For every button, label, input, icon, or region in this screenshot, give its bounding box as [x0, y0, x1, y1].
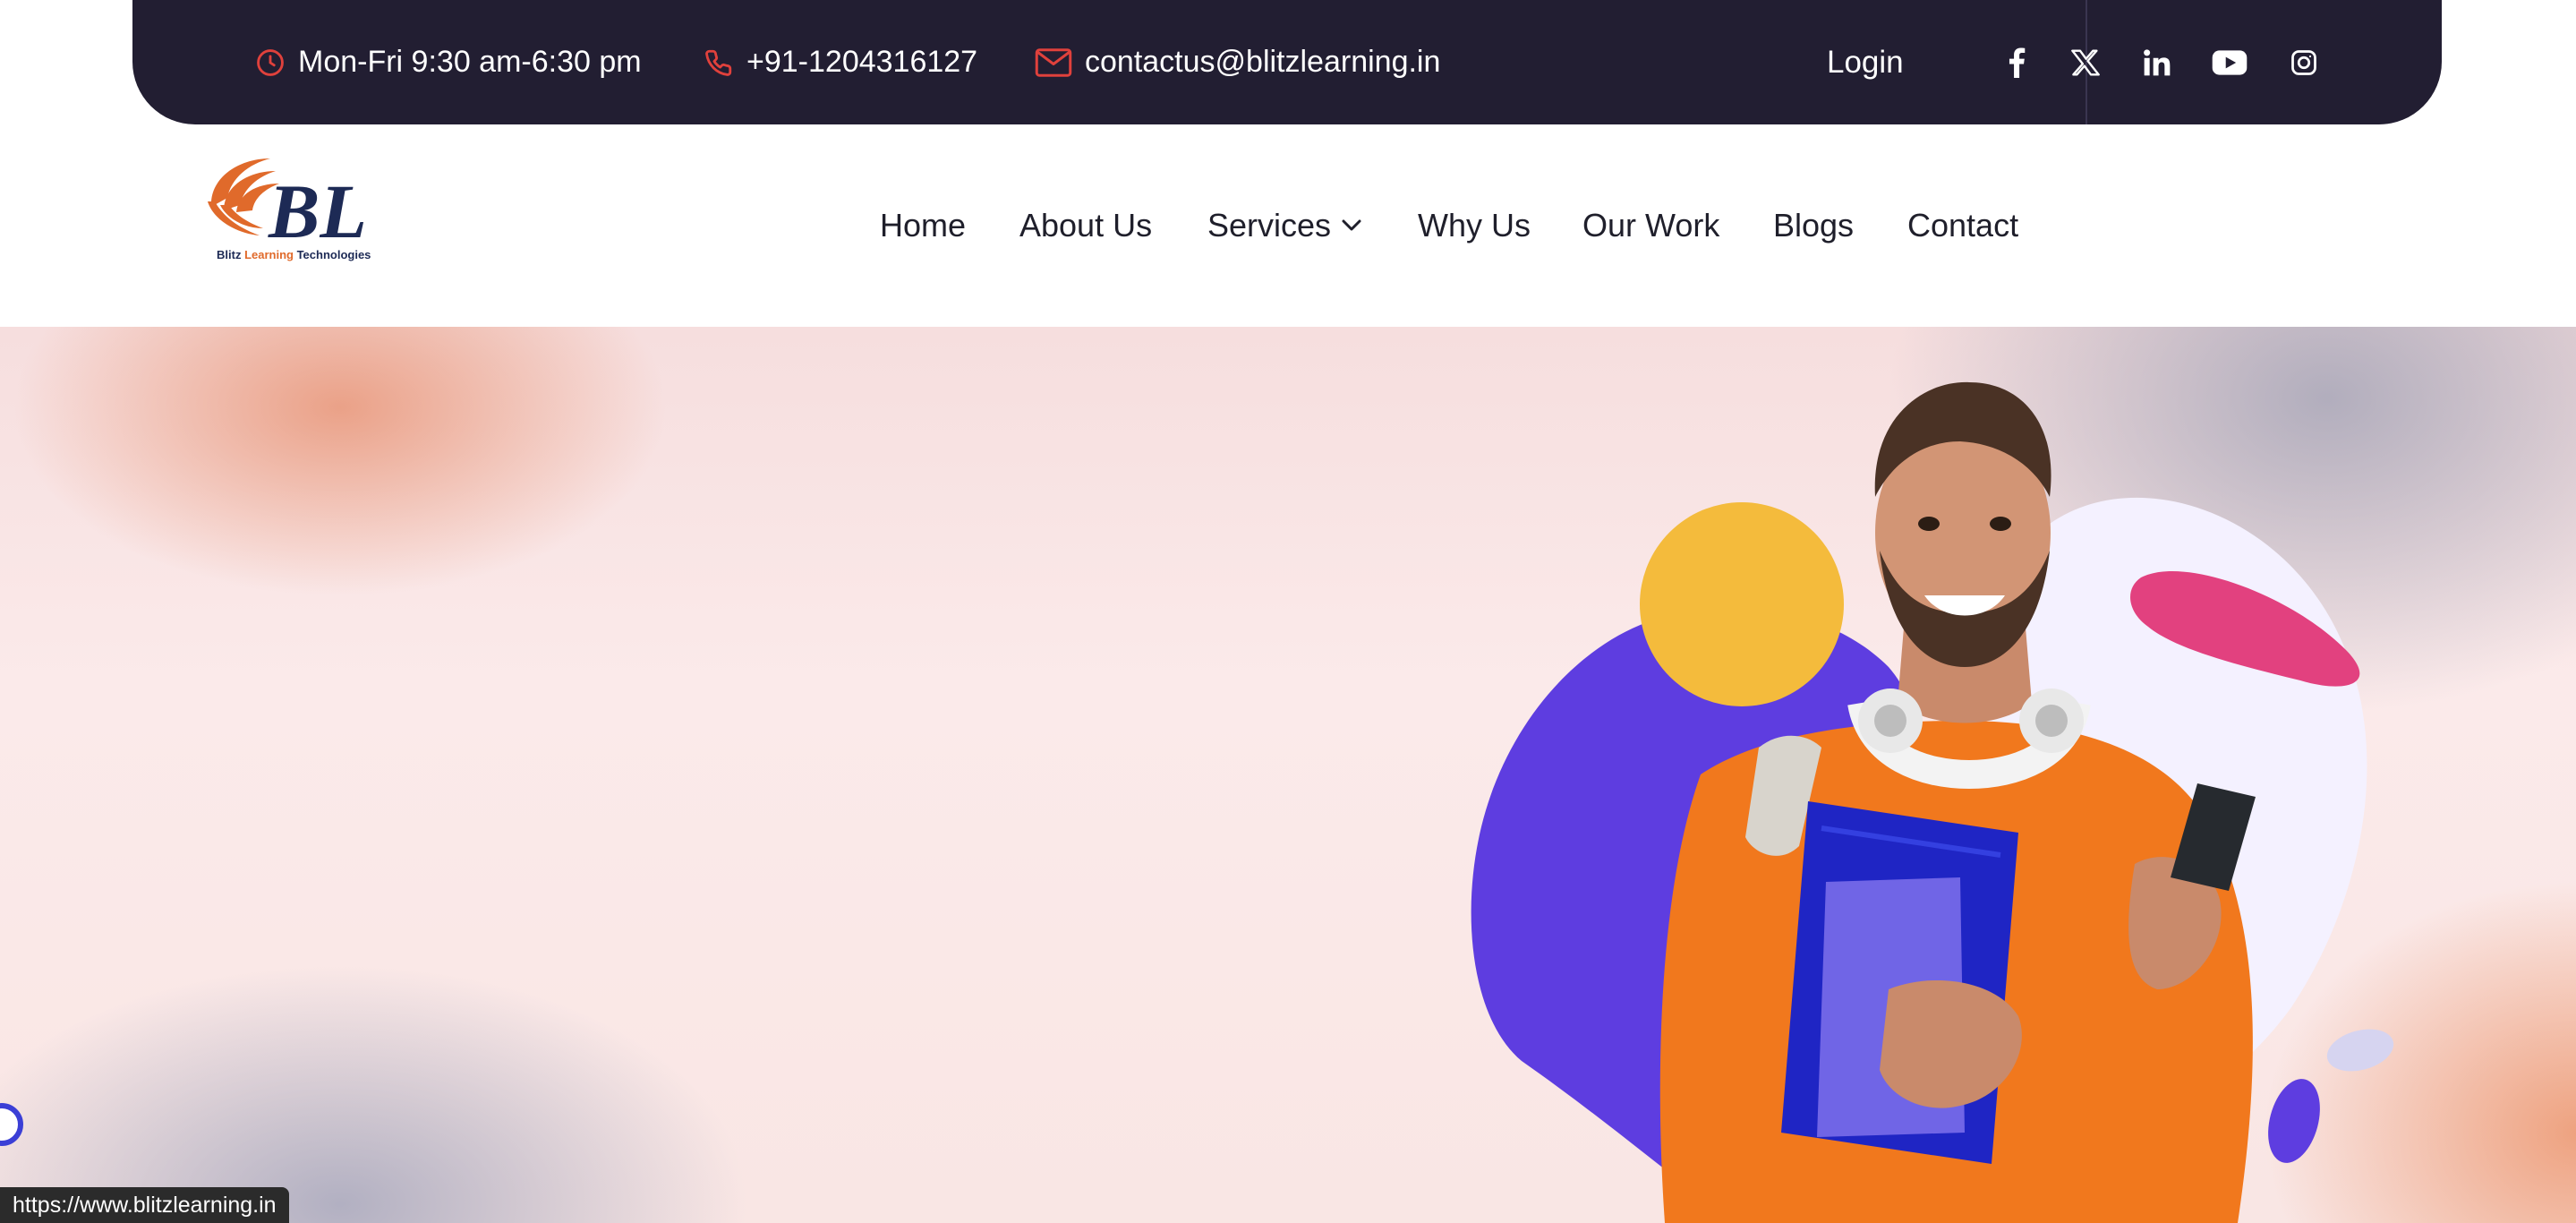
hours-text: Mon-Fri 9:30 am-6:30 pm	[298, 45, 642, 79]
company-logo[interactable]: BL Blitz Learning Technologies	[204, 151, 392, 277]
clock-icon	[257, 48, 284, 76]
x-link[interactable]	[2063, 0, 2108, 124]
hours-item: Mon-Fri 9:30 am-6:30 pm	[255, 0, 642, 124]
login-label[interactable]: Login	[1827, 45, 1904, 81]
yellow-circle	[1640, 502, 1844, 706]
youtube-link[interactable]	[2207, 0, 2252, 124]
logo-caption: Blitz Learning Technologies	[217, 248, 371, 261]
logo-mark: BL	[208, 158, 367, 254]
login-link[interactable]: Login	[1827, 0, 1904, 124]
nav-services-label[interactable]: Services	[1207, 207, 1331, 244]
nav-blogs[interactable]: Blogs	[1773, 124, 1854, 327]
mail-icon	[1035, 47, 1072, 77]
phone-icon	[705, 49, 732, 76]
email-item[interactable]: contactus@blitzlearning.in	[1035, 0, 1440, 124]
nav-about-us-label[interactable]: About Us	[1019, 207, 1152, 244]
logo-caption-part3: Technologies	[293, 248, 371, 261]
nav-about-us[interactable]: About Us	[1019, 124, 1152, 327]
nav-our-work-label[interactable]: Our Work	[1582, 207, 1719, 244]
phone-item[interactable]: +91-1204316127	[704, 0, 977, 124]
nav-blogs-label[interactable]: Blogs	[1773, 207, 1854, 244]
phone-text[interactable]: +91-1204316127	[746, 45, 977, 80]
instagram-link[interactable]	[2282, 0, 2326, 124]
logo-monogram: BL	[268, 168, 367, 250]
nav-why-us[interactable]: Why Us	[1418, 124, 1531, 327]
nav-home[interactable]: Home	[880, 124, 966, 327]
purple-drop	[2268, 1079, 2320, 1163]
x-icon	[2071, 48, 2100, 76]
nav-contact[interactable]: Contact	[1907, 124, 2018, 327]
logo-caption-part1: Blitz	[217, 248, 245, 261]
nav-home-label[interactable]: Home	[880, 207, 966, 244]
logo-caption-part2: Learning	[244, 248, 294, 261]
facebook-link[interactable]	[1994, 0, 2039, 124]
top-contact-bar: Mon-Fri 9:30 am-6:30 pm +91-1204316127 c…	[132, 0, 2442, 124]
status-url-text: https://www.blitzlearning.in	[13, 1192, 277, 1218]
linkedin-link[interactable]	[2135, 0, 2179, 124]
lavender-drop	[2326, 1029, 2394, 1072]
browser-status-url: https://www.blitzlearning.in	[0, 1187, 289, 1223]
linkedin-icon	[2144, 48, 2171, 75]
main-navbar: BL Blitz Learning Technologies Home Abou…	[0, 124, 2576, 327]
hero-illustration	[1471, 381, 2394, 1223]
nav-contact-label[interactable]: Contact	[1907, 207, 2018, 244]
email-text[interactable]: contactus@blitzlearning.in	[1085, 45, 1440, 80]
hero-banner	[0, 327, 2576, 1223]
nav-why-us-label[interactable]: Why Us	[1418, 207, 1531, 244]
chevron-down-icon	[1342, 219, 1361, 231]
nav-our-work[interactable]: Our Work	[1582, 124, 1719, 327]
instagram-icon	[2291, 49, 2316, 75]
facebook-icon	[2009, 47, 2026, 78]
youtube-icon	[2212, 49, 2248, 75]
nav-services[interactable]: Services	[1207, 124, 1361, 327]
